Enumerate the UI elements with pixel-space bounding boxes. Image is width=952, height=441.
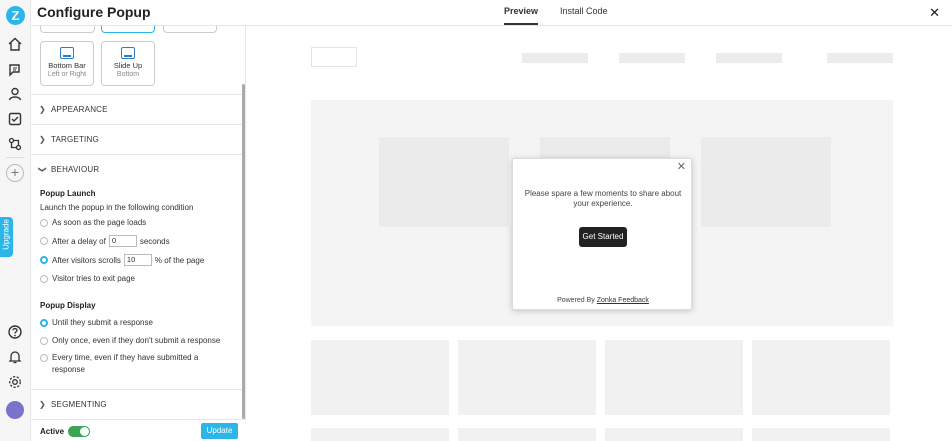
skeleton-card (311, 428, 449, 441)
popup-message: Please spare a few moments to share abou… (524, 189, 682, 208)
skeleton-hero-block (701, 137, 831, 227)
skeleton-card (458, 428, 596, 441)
zonka-logo[interactable]: Z (6, 6, 25, 25)
panel-scrollbar[interactable] (242, 84, 245, 419)
chevron-down-icon: ❯ (37, 166, 47, 173)
skeleton-card (311, 340, 449, 415)
top-bar: Configure Popup Preview Install Code ✕ (31, 0, 952, 26)
delay-seconds-input[interactable]: 0 (108, 235, 137, 247)
slide-up-icon (121, 47, 135, 59)
popup-close-icon[interactable]: ✕ (677, 160, 686, 173)
avatar[interactable] (6, 401, 24, 419)
page-title: Configure Popup (37, 4, 151, 20)
skeleton-nav (619, 53, 685, 63)
radio-every-time[interactable] (40, 353, 48, 362)
skeleton-nav (522, 53, 588, 63)
config-panel: Bottom Bar Left or Right Slide Up Bottom… (31, 26, 246, 441)
radio-until-submit[interactable] (40, 318, 48, 327)
skeleton-card (458, 340, 596, 415)
layout-card-partial[interactable] (163, 26, 217, 33)
launch-option-page-loads[interactable]: As soon as the page loads (40, 218, 146, 227)
upgrade-button[interactable]: Upgrade (0, 217, 13, 257)
gear-icon[interactable] (7, 374, 23, 390)
popup-display-heading: Popup Display (40, 301, 96, 310)
launch-option-exit[interactable]: Visitor tries to exit page (40, 274, 135, 283)
radio-page-loads[interactable] (40, 218, 48, 227)
checklist-icon[interactable] (7, 111, 23, 127)
skeleton-card (752, 340, 890, 415)
radio-only-once[interactable] (40, 336, 48, 345)
popup-launch-heading: Popup Launch (40, 189, 96, 198)
popup-preview: ✕ Please spare a few moments to share ab… (512, 158, 692, 310)
powered-by: Powered By Zonka Feedback (557, 297, 649, 304)
skeleton-card (605, 428, 743, 441)
chevron-right-icon: ❯ (39, 135, 46, 144)
get-started-button[interactable]: Get Started (579, 227, 627, 247)
skeleton-hero-block (379, 137, 509, 227)
layout-card-partial[interactable] (40, 26, 95, 33)
section-targeting[interactable]: ❯ TARGETING (31, 124, 242, 154)
launch-option-scroll[interactable]: After visitors scrolls 10 % of the page (40, 254, 204, 266)
add-icon[interactable]: + (6, 164, 24, 182)
popup-launch-description: Launch the popup in the following condit… (40, 203, 194, 212)
update-button[interactable]: Update (201, 423, 238, 439)
active-toggle[interactable] (68, 426, 90, 437)
rail-divider (6, 157, 24, 158)
radio-scroll[interactable] (40, 256, 48, 264)
radio-delay[interactable] (40, 237, 48, 245)
display-option-every-time[interactable]: Every time, even if they have submitted … (40, 353, 198, 362)
notification-icon[interactable] (7, 349, 23, 365)
home-icon[interactable] (7, 36, 23, 52)
display-option-every-time-continued: response (52, 365, 85, 374)
radio-exit[interactable] (40, 274, 48, 283)
close-icon[interactable]: ✕ (929, 5, 940, 21)
chat-icon[interactable] (7, 62, 23, 78)
tab-preview[interactable]: Preview (504, 6, 539, 25)
section-segmenting[interactable]: ❯ SEGMENTING (31, 389, 242, 419)
display-option-until-submit[interactable]: Until they submit a response (40, 318, 153, 327)
integrations-icon[interactable] (7, 136, 23, 152)
skeleton-card (605, 340, 743, 415)
launch-option-delay[interactable]: After a delay of 0 seconds (40, 235, 170, 247)
section-appearance[interactable]: ❯ APPEARANCE (31, 94, 242, 124)
user-icon[interactable] (7, 86, 23, 102)
chevron-right-icon: ❯ (39, 400, 46, 409)
active-label: Active (40, 427, 65, 436)
chevron-right-icon: ❯ (39, 105, 46, 114)
section-behaviour[interactable]: ❯ BEHAVIOUR (31, 154, 242, 184)
layout-card-partial-selected[interactable] (101, 26, 155, 33)
display-option-only-once[interactable]: Only once, even if they don't submit a r… (40, 336, 220, 345)
zonka-feedback-link[interactable]: Zonka Feedback (597, 297, 649, 304)
tab-install-code[interactable]: Install Code (560, 6, 608, 25)
skeleton-nav (827, 53, 893, 63)
help-icon[interactable] (7, 324, 23, 340)
skeleton-nav (716, 53, 782, 63)
preview-area: ✕ Please spare a few moments to share ab… (247, 27, 952, 441)
skeleton-button (311, 47, 357, 67)
layout-card-slide-up[interactable]: Slide Up Bottom (101, 41, 155, 86)
skeleton-card (752, 428, 890, 441)
scroll-percent-input[interactable]: 10 (123, 254, 152, 266)
bottom-bar-icon (60, 47, 74, 59)
panel-footer: Active Update (31, 419, 246, 441)
layout-card-bottom-bar[interactable]: Bottom Bar Left or Right (40, 41, 94, 86)
